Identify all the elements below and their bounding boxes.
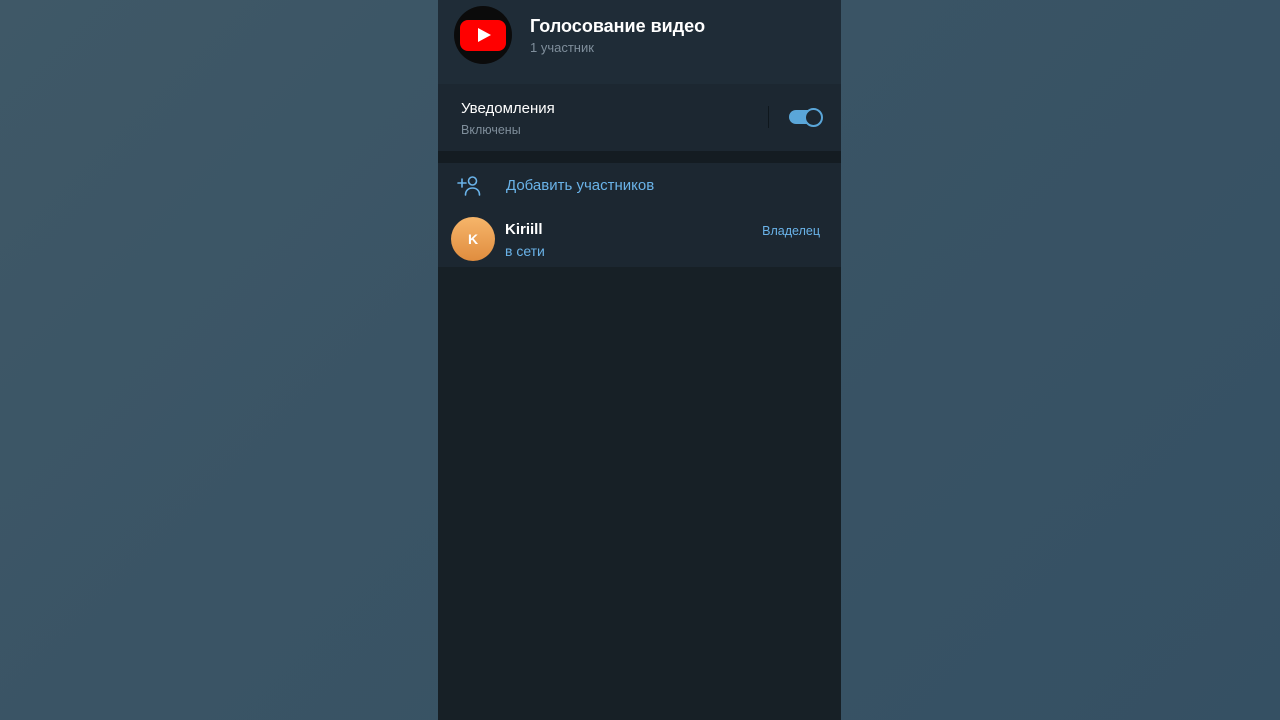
member-list-item[interactable]: K Kiriill в сети Владелец [438, 213, 841, 267]
notifications-label: Уведомления [461, 100, 555, 117]
member-name: Kiriill [505, 221, 543, 238]
members-section: Добавить участников K Kiriill в сети Вла… [438, 163, 841, 267]
section-gap [438, 151, 841, 163]
member-role-badge: Владелец [762, 224, 820, 238]
avatar[interactable]: K [451, 217, 495, 261]
chat-title: Голосование видео [530, 16, 706, 36]
group-info-screen: Голосование видео 1 участник Уведомления… [438, 0, 841, 720]
add-user-icon [457, 176, 481, 196]
play-icon [478, 28, 491, 42]
toggle-knob [804, 107, 823, 127]
add-members-label: Добавить участников [506, 177, 655, 194]
youtube-logo-icon [460, 20, 506, 51]
chat-avatar[interactable] [454, 6, 512, 64]
notifications-status: Включены [461, 123, 521, 137]
divider [768, 106, 769, 128]
member-online-status: в сети [505, 243, 545, 259]
notifications-toggle[interactable] [789, 107, 823, 127]
add-members-button[interactable]: Добавить участников [438, 163, 841, 209]
chat-header: Голосование видео 1 участник [438, 0, 841, 84]
notifications-row[interactable]: Уведомления Включены [438, 84, 841, 151]
member-count: 1 участник [530, 40, 594, 55]
